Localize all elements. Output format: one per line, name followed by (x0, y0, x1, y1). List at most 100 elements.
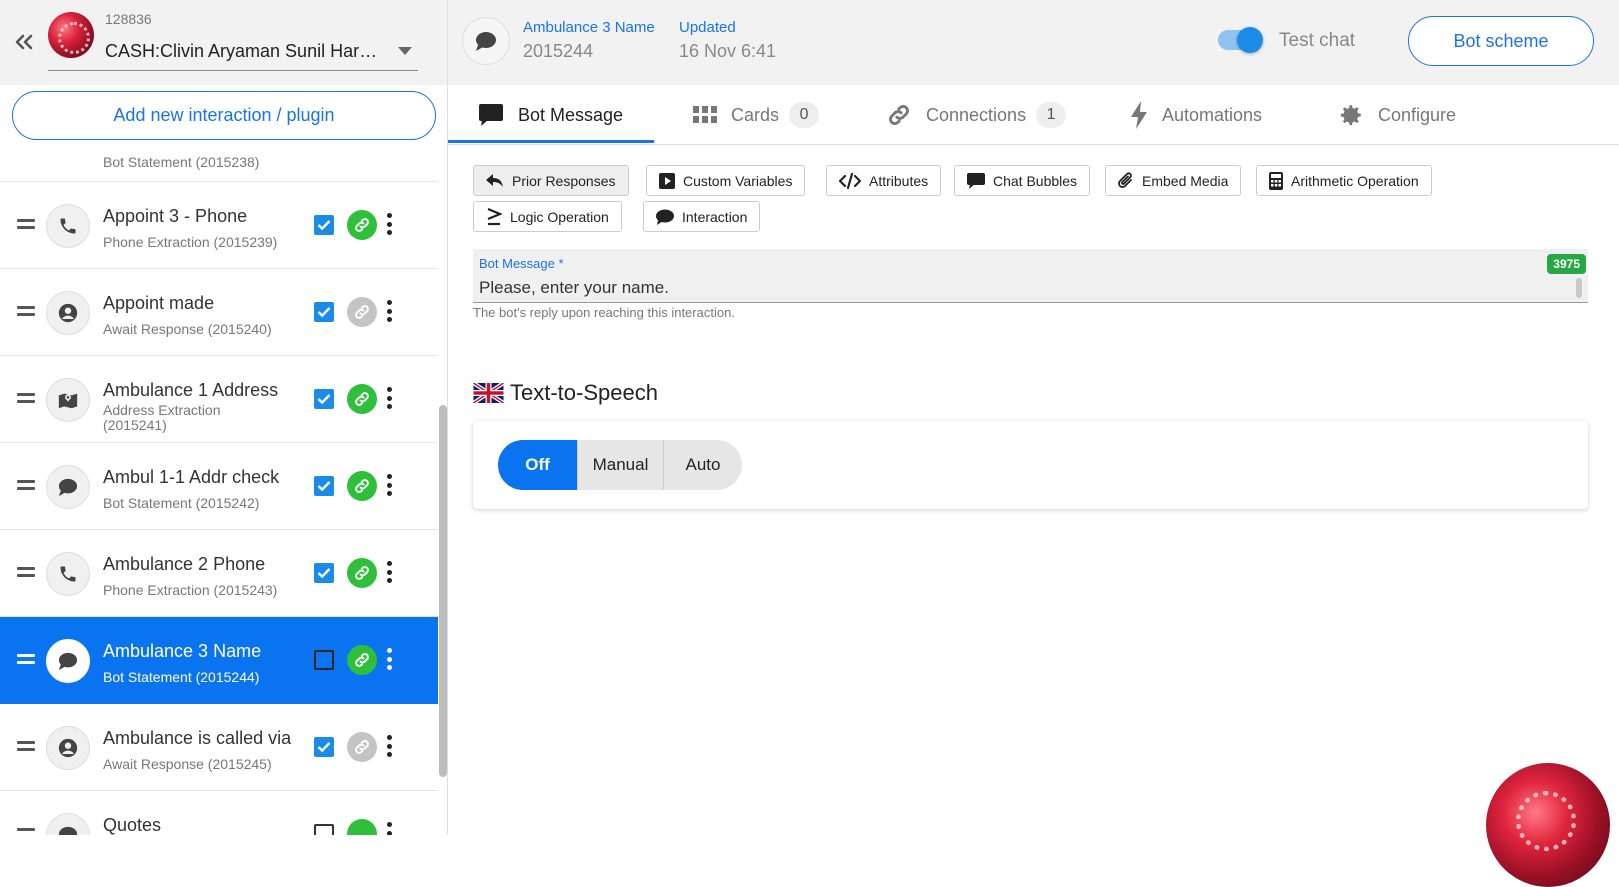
link-icon[interactable] (347, 384, 377, 414)
checkbox-checked[interactable] (314, 563, 334, 583)
active-tab-indicator (448, 140, 654, 143)
tab-label: Configure (1378, 104, 1457, 125)
link-icon[interactable] (347, 297, 377, 327)
list-item[interactable]: Appoint made Await Response (2015240) (0, 269, 438, 356)
bot-message-field[interactable]: Bot Message * Please, enter your name. 3… (473, 249, 1588, 303)
field-scrollbar[interactable] (1576, 278, 1582, 298)
drag-handle-icon[interactable] (17, 828, 35, 835)
list-item-title: Ambulance 2 Phone (103, 554, 266, 574)
prior-responses-button[interactable]: Prior Responses (473, 165, 629, 196)
list-item-sub: Bot Statement (2015244) (103, 669, 260, 685)
bot-scheme-button[interactable]: Bot scheme (1408, 16, 1594, 66)
logic-operation-label: Logic Operation (510, 208, 609, 225)
checkbox-unchecked[interactable] (314, 650, 334, 670)
link-icon[interactable] (347, 210, 377, 240)
more-options-icon[interactable] (386, 213, 392, 235)
greater-equal-icon (486, 207, 502, 226)
main-panel: Ambulance 3 Name 2015244 Updated 16 Nov … (448, 0, 1619, 887)
more-options-icon[interactable] (386, 300, 392, 322)
attributes-button[interactable]: Attributes (826, 165, 942, 196)
add-interaction-button[interactable]: Add new interaction / plugin (12, 91, 436, 140)
link-icon[interactable] (347, 645, 377, 675)
tab-bot-message[interactable]: Bot Message (478, 85, 623, 145)
more-options-icon[interactable] (386, 735, 392, 757)
tts-option-auto[interactable]: Auto (664, 440, 742, 490)
chevron-down-icon (398, 47, 412, 55)
custom-variables-button[interactable]: Custom Variables (646, 165, 806, 196)
drag-handle-icon[interactable] (17, 741, 35, 752)
play-square-icon (659, 172, 675, 189)
list-item[interactable]: Bot Statement (2015238) (0, 145, 438, 182)
link-icon[interactable] (347, 471, 377, 501)
list-item-title: Ambulance is called via (103, 728, 292, 748)
drag-handle-icon[interactable] (17, 480, 35, 491)
sidebar-scrollbar[interactable] (439, 405, 447, 777)
test-chat-label: Test chat (1279, 30, 1356, 51)
link-icon[interactable] (347, 732, 377, 762)
user-circle-icon (46, 291, 90, 335)
more-options-icon[interactable] (386, 822, 392, 835)
list-item[interactable]: Ambul 1-1 Addr check Bot Statement (2015… (0, 443, 438, 530)
tts-option-off[interactable]: Off (498, 440, 578, 490)
tab-automations[interactable]: Automations (1130, 85, 1262, 145)
paperclip-icon (1118, 171, 1134, 190)
checkbox-checked[interactable] (314, 476, 334, 496)
calculator-icon (1269, 171, 1283, 190)
tab-cards[interactable]: Cards 0 (693, 85, 820, 145)
bot-select[interactable]: CASH:Clivin Aryaman Sunil Harsha (48, 33, 418, 71)
checkbox-unchecked[interactable] (314, 824, 334, 835)
bot-name: CASH:Clivin Aryaman Sunil Harsha (105, 41, 385, 61)
more-options-icon[interactable] (386, 561, 392, 583)
arithmetic-operation-label: Arithmetic Operation (1291, 172, 1419, 189)
drag-handle-icon[interactable] (17, 393, 35, 404)
drag-handle-icon[interactable] (17, 654, 35, 665)
phone-icon (46, 204, 90, 248)
bot-message-hint: The bot's reply upon reaching this inter… (473, 305, 735, 320)
list-item-selected[interactable]: Ambulance 3 Name Bot Statement (2015244) (0, 617, 438, 704)
list-item[interactable]: Ambulance is called via Await Response (… (0, 704, 438, 791)
drag-handle-icon[interactable] (17, 219, 35, 230)
link-icon[interactable] (347, 558, 377, 588)
more-options-icon[interactable] (386, 387, 392, 409)
more-options-icon[interactable] (386, 474, 392, 496)
drag-handle-icon[interactable] (17, 306, 35, 317)
list-item[interactable]: Quotes (0, 791, 438, 835)
chat-bubbles-label: Chat Bubbles (993, 172, 1078, 189)
checkbox-checked[interactable] (314, 389, 334, 409)
attributes-label: Attributes (869, 172, 929, 189)
bot-id: 128836 (105, 11, 152, 27)
more-options-icon[interactable] (386, 648, 392, 670)
tts-option-manual[interactable]: Manual (578, 440, 664, 490)
list-item[interactable]: Appoint 3 - Phone Phone Extraction (2015… (0, 182, 438, 269)
phone-icon (46, 552, 90, 596)
tab-configure[interactable]: Configure (1338, 85, 1456, 145)
test-chat-toggle-knob[interactable] (1237, 27, 1263, 53)
checkbox-checked[interactable] (314, 302, 334, 322)
interaction-button[interactable]: Interaction (643, 201, 761, 232)
bot-message-input[interactable]: Please, enter your name. (479, 278, 669, 298)
list-item[interactable]: Ambulance 2 Phone Phone Extraction (2015… (0, 530, 438, 617)
bolt-icon (1130, 101, 1148, 129)
reply-icon (486, 173, 504, 188)
logic-operation-button[interactable]: Logic Operation (473, 201, 622, 232)
tab-label: Cards (731, 104, 780, 125)
list-item-sub: Bot Statement (2015238) (103, 154, 260, 170)
checkbox-checked[interactable] (314, 737, 334, 757)
checkbox-checked[interactable] (314, 215, 334, 235)
chat-widget-avatar[interactable] (1486, 763, 1610, 887)
interaction-list: Bot Statement (2015238) Appoint 3 - Phon… (0, 145, 438, 835)
drag-handle-icon[interactable] (17, 567, 35, 578)
sidebar-header: 128836 CASH:Clivin Aryaman Sunil Harsha (0, 0, 447, 85)
updated-label: Updated (679, 19, 736, 36)
tab-connections[interactable]: Connections 1 (886, 85, 1067, 145)
link-icon[interactable] (347, 819, 377, 835)
collapse-sidebar-icon[interactable] (12, 30, 36, 54)
code-icon (839, 172, 861, 189)
embed-media-label: Embed Media (1142, 172, 1229, 189)
embed-media-button[interactable]: Embed Media (1105, 165, 1242, 196)
arithmetic-operation-button[interactable]: Arithmetic Operation (1256, 165, 1432, 196)
bot-message-label: Bot Message * (479, 256, 564, 271)
list-item-sub: Address Extraction (2015241) (103, 402, 221, 433)
list-item[interactable]: Ambulance 1 Address Address Extraction (… (0, 356, 438, 443)
chat-bubbles-button[interactable]: Chat Bubbles (954, 165, 1091, 196)
